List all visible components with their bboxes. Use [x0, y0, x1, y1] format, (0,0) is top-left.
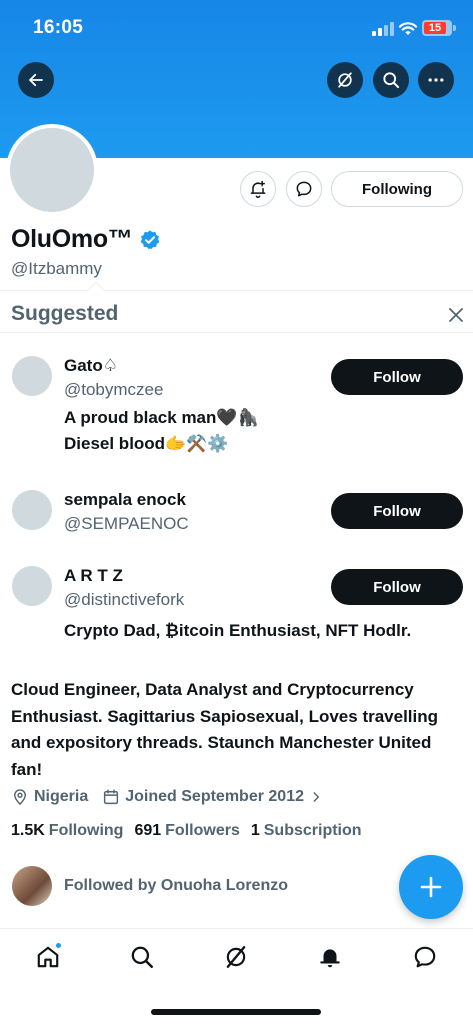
search-icon	[131, 946, 153, 968]
close-icon	[449, 308, 463, 322]
suggested-top-divider	[0, 290, 473, 291]
suggested-user-bio: Crypto Dad, ₿itcoin Enthusiast, NFT Hodl…	[64, 621, 412, 640]
grok-icon	[338, 72, 352, 88]
status-time: 16:05	[33, 17, 84, 38]
profile-name: OluOmo™	[11, 225, 133, 253]
suggested-title: Suggested	[11, 302, 119, 325]
suggested-user-handle: @SEMPAENOC	[64, 514, 189, 533]
back-button[interactable]	[18, 62, 54, 98]
bell-icon	[320, 949, 340, 968]
follow-button[interactable]: Follow	[331, 493, 463, 529]
close-suggested-button[interactable]	[447, 306, 465, 324]
grok-icon	[226, 946, 246, 968]
message-icon	[414, 946, 436, 968]
suggested-user-avatar[interactable]	[12, 490, 52, 530]
status-bar: 16:05 15	[0, 0, 473, 58]
more-button[interactable]	[418, 62, 454, 98]
tab-messages[interactable]	[409, 941, 441, 973]
suggested-user-avatar[interactable]	[12, 356, 52, 396]
home-indicator	[151, 1009, 321, 1015]
suggested-user-name: Gato♤	[64, 356, 118, 375]
suggested-user-name: sempala enock	[64, 490, 186, 509]
following-stat[interactable]: 1.5K Following	[11, 822, 123, 840]
suggested-header-divider	[0, 332, 473, 333]
joined-item[interactable]: Joined September 2012	[102, 788, 323, 806]
home-notification-dot	[55, 942, 62, 949]
battery-icon: 15	[422, 20, 452, 36]
subscription-label: Subscription	[263, 822, 362, 839]
chevron-right-icon	[313, 792, 320, 802]
suggested-user-avatar[interactable]	[12, 566, 52, 606]
suggested-user-bio: A proud black man🖤🦍	[64, 408, 259, 427]
profile-bio: Cloud Engineer, Data Analyst and Cryptoc…	[11, 680, 439, 779]
followers-stat[interactable]: 691 Followers	[134, 822, 239, 840]
tab-search[interactable]	[126, 941, 158, 973]
message-button[interactable]	[286, 171, 322, 207]
followers-label: Followers	[165, 822, 240, 839]
battery-tip	[453, 25, 456, 31]
followed-by-avatar	[12, 866, 52, 906]
profile-stats-row: 1.5K Following 691 Followers 1 Subscript…	[11, 822, 373, 840]
plus-icon	[420, 876, 442, 898]
suggested-user-name: A R T Z	[64, 566, 123, 585]
suggested-user-bio: Diesel blood🫱⚒️⚙️	[64, 434, 229, 453]
followed-by-row[interactable]: Followed by Onuoha Lorenzo	[12, 866, 288, 906]
arrow-left-icon	[29, 73, 43, 87]
suggested-user-handle: @tobymczee	[64, 380, 164, 399]
battery-level: 15	[424, 22, 446, 34]
profile-name-row: OluOmo™	[11, 225, 161, 254]
notifications-button[interactable]	[240, 171, 276, 207]
location-text: Nigeria	[34, 788, 89, 805]
joined-text: Joined September 2012	[125, 788, 304, 805]
grok-button[interactable]	[327, 62, 363, 98]
profile-avatar[interactable]	[6, 124, 98, 216]
location-pin-icon	[14, 789, 26, 806]
wifi-icon	[398, 22, 418, 35]
follow-button[interactable]: Follow	[331, 359, 463, 395]
more-horizontal-icon	[428, 78, 444, 82]
search-button[interactable]	[373, 62, 409, 98]
followers-count: 691	[134, 822, 162, 839]
calendar-icon	[104, 789, 119, 805]
following-button[interactable]: Following	[331, 171, 463, 207]
message-icon	[296, 181, 312, 197]
suggested-user-handle: @distinctivefork	[64, 590, 185, 609]
following-label: Following	[48, 822, 124, 839]
tab-grok[interactable]	[220, 941, 252, 973]
following-count: 1.5K	[11, 822, 45, 839]
compose-button[interactable]	[399, 855, 463, 919]
tab-home[interactable]	[32, 941, 64, 973]
bell-plus-icon	[250, 180, 266, 199]
cellular-signal-icon	[372, 22, 394, 36]
location-item: Nigeria	[11, 788, 88, 806]
subscription-count: 1	[250, 822, 260, 839]
suggested-pointer	[87, 281, 105, 299]
verified-badge-icon[interactable]	[139, 229, 161, 251]
subscription-stat[interactable]: 1 Subscription	[251, 822, 362, 840]
follow-button[interactable]: Follow	[331, 569, 463, 605]
profile-meta-row: Nigeria Joined September 2012	[11, 788, 337, 806]
profile-handle: @Itzbammy	[11, 259, 102, 278]
tab-notifications[interactable]	[314, 941, 346, 973]
search-icon	[383, 72, 400, 89]
followed-by-text: Followed by Onuoha Lorenzo	[64, 877, 288, 894]
